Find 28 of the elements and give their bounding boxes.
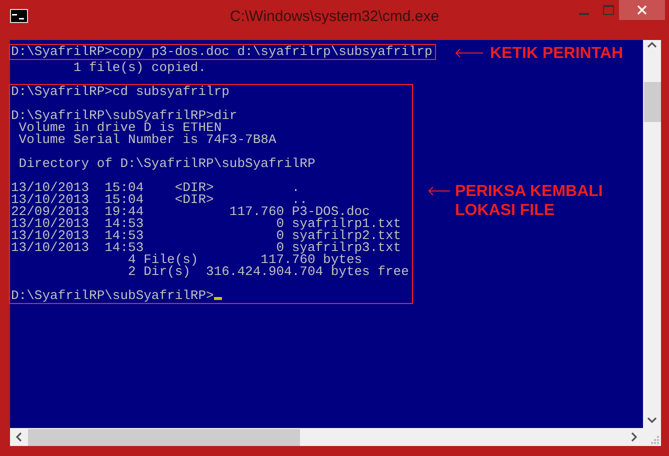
close-button[interactable] (619, 0, 665, 20)
scroll-thumb[interactable] (28, 428, 300, 446)
console-line: Directory of D:\SyafrilRP\subSyafrilRP (18, 156, 316, 171)
horizontal-scrollbar[interactable] (10, 428, 643, 446)
minimize-icon (579, 12, 589, 14)
console-line: D:\SyafrilRP>cd subsyafrilrp (11, 84, 230, 99)
maximize-icon (602, 5, 614, 15)
console-line: 1 file(s) copied. (72, 60, 206, 75)
close-icon (637, 5, 647, 15)
resize-grip-icon[interactable] (650, 435, 659, 444)
arrow-icon (455, 48, 483, 58)
console-icon (10, 9, 28, 23)
vertical-scrollbar[interactable] (643, 40, 661, 428)
console-line: D:\SyafrilRP\subSyafrilRP> (11, 288, 214, 303)
console-line: Volume Serial Number is 74F3-7B8A (18, 132, 276, 147)
arrow-icon (428, 186, 450, 196)
annotation-text: KETIK PERINTAH (490, 44, 624, 63)
window-title: C:\Windows\system32\cmd.exe (228, 8, 440, 25)
console-line: D:\SyafrilRP\subSyafrilRP>dir (11, 108, 238, 123)
console-line: 13/10/2013 14:53 0 syafrilrp1.txt (11, 216, 402, 231)
console-line: D:\SyafrilRP>copy p3-dos.doc d:\syafrilrp\subsyafrilrp (11, 44, 432, 59)
console-line: 13/10/2013 15:04 <DIR> . (11, 180, 300, 195)
annotation-text: PERIKSA KEMBALI LOKASI FILE (455, 182, 604, 220)
console-line: 13/10/2013 15:04 <DIR> .. (11, 192, 308, 207)
console-line: 13/10/2013 14:53 0 syafrilrp2.txt (11, 228, 402, 243)
console-line: 22/09/2013 19:44 117.760 P3-DOS.doc (11, 204, 370, 219)
console-line: 13/10/2013 14:53 0 syafrilrp3.txt (11, 240, 402, 255)
scroll-thumb[interactable] (644, 82, 660, 122)
